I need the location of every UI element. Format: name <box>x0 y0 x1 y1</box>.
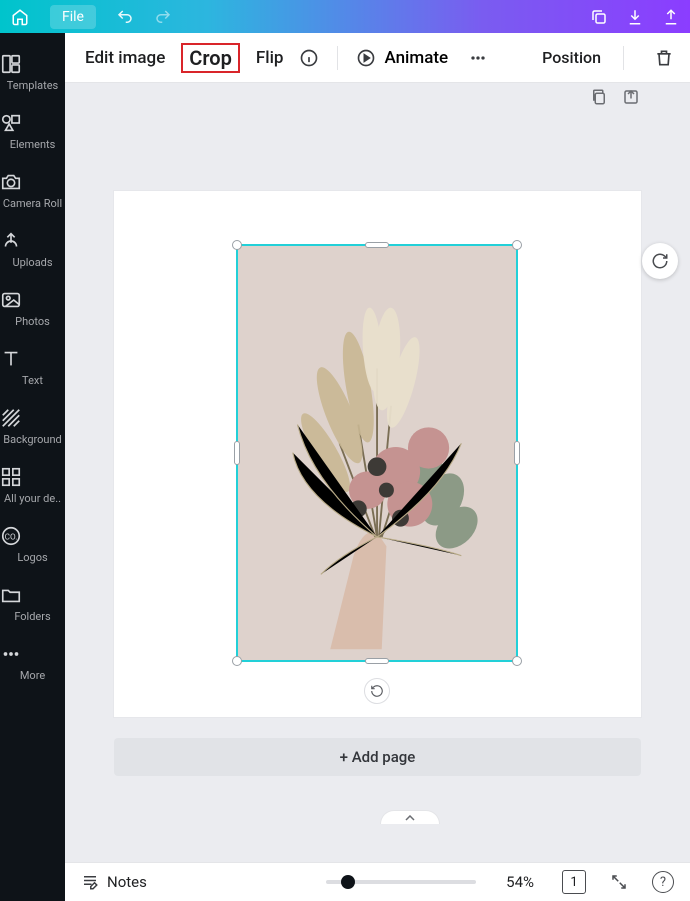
camera-icon <box>0 171 65 193</box>
sidebar-item-background[interactable]: Background <box>0 397 65 456</box>
more-icon <box>0 643 65 665</box>
canvas-area: + Add page <box>65 83 690 862</box>
grid-icon <box>0 466 65 488</box>
help-icon[interactable]: ? <box>652 871 674 893</box>
sidebar-item-label: All your de.. <box>4 492 61 505</box>
sidebar-item-label: More <box>20 669 45 682</box>
sidebar-item-photos[interactable]: Photos <box>0 279 65 338</box>
sidebar-item-label: Logos <box>17 551 47 564</box>
sidebar-item-more[interactable]: More <box>0 633 65 692</box>
sidebar-item-text[interactable]: Text <box>0 338 65 397</box>
zoom-slider[interactable] <box>326 880 476 884</box>
fullscreen-icon[interactable] <box>610 873 628 891</box>
selected-image[interactable] <box>236 244 518 662</box>
sidebar-item-designs[interactable]: All your de.. <box>0 456 65 515</box>
file-menu[interactable]: File <box>50 5 96 29</box>
notes-button[interactable]: Notes <box>81 873 147 891</box>
photos-icon <box>0 289 65 311</box>
resize-handle[interactable] <box>232 240 242 250</box>
download-icon[interactable] <box>626 8 644 26</box>
add-page-label: + Add page <box>340 748 416 766</box>
resize-handle[interactable] <box>232 656 242 666</box>
bouquet-image <box>245 256 509 649</box>
sidebar-item-label: Folders <box>14 610 50 623</box>
delete-icon[interactable] <box>654 48 674 68</box>
animate-label: Animate <box>384 48 448 68</box>
resize-handle[interactable] <box>234 441 240 465</box>
sidebar-item-logos[interactable]: CO. Logos <box>0 515 65 574</box>
sidebar-item-uploads[interactable]: Uploads <box>0 220 65 279</box>
sidebar-item-label: Templates <box>7 79 58 92</box>
expand-pages-tab[interactable] <box>380 810 440 824</box>
resize-handle[interactable] <box>514 441 520 465</box>
animate-button[interactable]: Animate <box>356 48 448 68</box>
redo-icon <box>154 8 172 26</box>
folder-icon <box>0 584 65 606</box>
sidebar-item-folders[interactable]: Folders <box>0 574 65 633</box>
info-icon[interactable] <box>299 48 319 68</box>
home-icon[interactable] <box>10 7 30 27</box>
upload-icon <box>0 230 65 252</box>
crop-button[interactable]: Crop <box>181 43 240 73</box>
toolbar-divider <box>623 46 624 70</box>
resize-handle[interactable] <box>512 240 522 250</box>
context-toolbar: Edit image Crop Flip Animate Position <box>65 33 690 83</box>
flip-button[interactable]: Flip <box>252 46 288 70</box>
edit-image-button[interactable]: Edit image <box>81 46 169 70</box>
resize-handle[interactable] <box>512 656 522 666</box>
resize-handle[interactable] <box>365 658 389 664</box>
sidebar-item-label: Camera Roll <box>3 197 62 210</box>
share-icon[interactable] <box>662 8 680 26</box>
background-icon <box>0 407 65 429</box>
notes-label: Notes <box>107 873 147 891</box>
rotate-handle[interactable] <box>364 678 390 704</box>
position-button[interactable]: Position <box>538 46 605 69</box>
resize-handle[interactable] <box>365 242 389 248</box>
zoom-value[interactable]: 54% <box>506 873 534 891</box>
regenerate-fab[interactable] <box>642 243 678 279</box>
sidebar-item-elements[interactable]: Elements <box>0 102 65 161</box>
animate-icon <box>356 48 376 68</box>
sidebar-item-label: Background <box>3 433 61 446</box>
undo-icon[interactable] <box>116 8 134 26</box>
sidebar-item-label: Elements <box>10 138 56 151</box>
elements-icon <box>0 112 65 134</box>
copy-icon[interactable] <box>590 8 608 26</box>
page-indicator[interactable]: 1 <box>562 870 586 894</box>
design-page[interactable] <box>114 191 641 717</box>
svg-text:CO.: CO. <box>5 533 18 543</box>
templates-icon <box>0 53 65 75</box>
add-page-icon[interactable] <box>622 88 640 106</box>
sidebar-item-label: Photos <box>15 315 50 328</box>
sidebar: Templates Elements Camera Roll Uploads P… <box>0 33 65 901</box>
sidebar-item-label: Text <box>22 374 43 387</box>
notes-icon <box>81 873 99 891</box>
duplicate-page-icon[interactable] <box>590 88 608 106</box>
sidebar-item-label: Uploads <box>12 256 52 269</box>
add-page-button[interactable]: + Add page <box>114 738 641 776</box>
bottom-bar: Notes 54% 1 ? <box>65 862 690 901</box>
sidebar-item-templates[interactable]: Templates <box>0 43 65 102</box>
sidebar-item-camera-roll[interactable]: Camera Roll <box>0 161 65 220</box>
logos-icon: CO. <box>0 525 65 547</box>
more-options-icon[interactable] <box>468 48 488 68</box>
zoom-slider-thumb[interactable] <box>341 875 355 889</box>
toolbar-divider <box>337 46 338 70</box>
text-icon <box>0 348 65 370</box>
